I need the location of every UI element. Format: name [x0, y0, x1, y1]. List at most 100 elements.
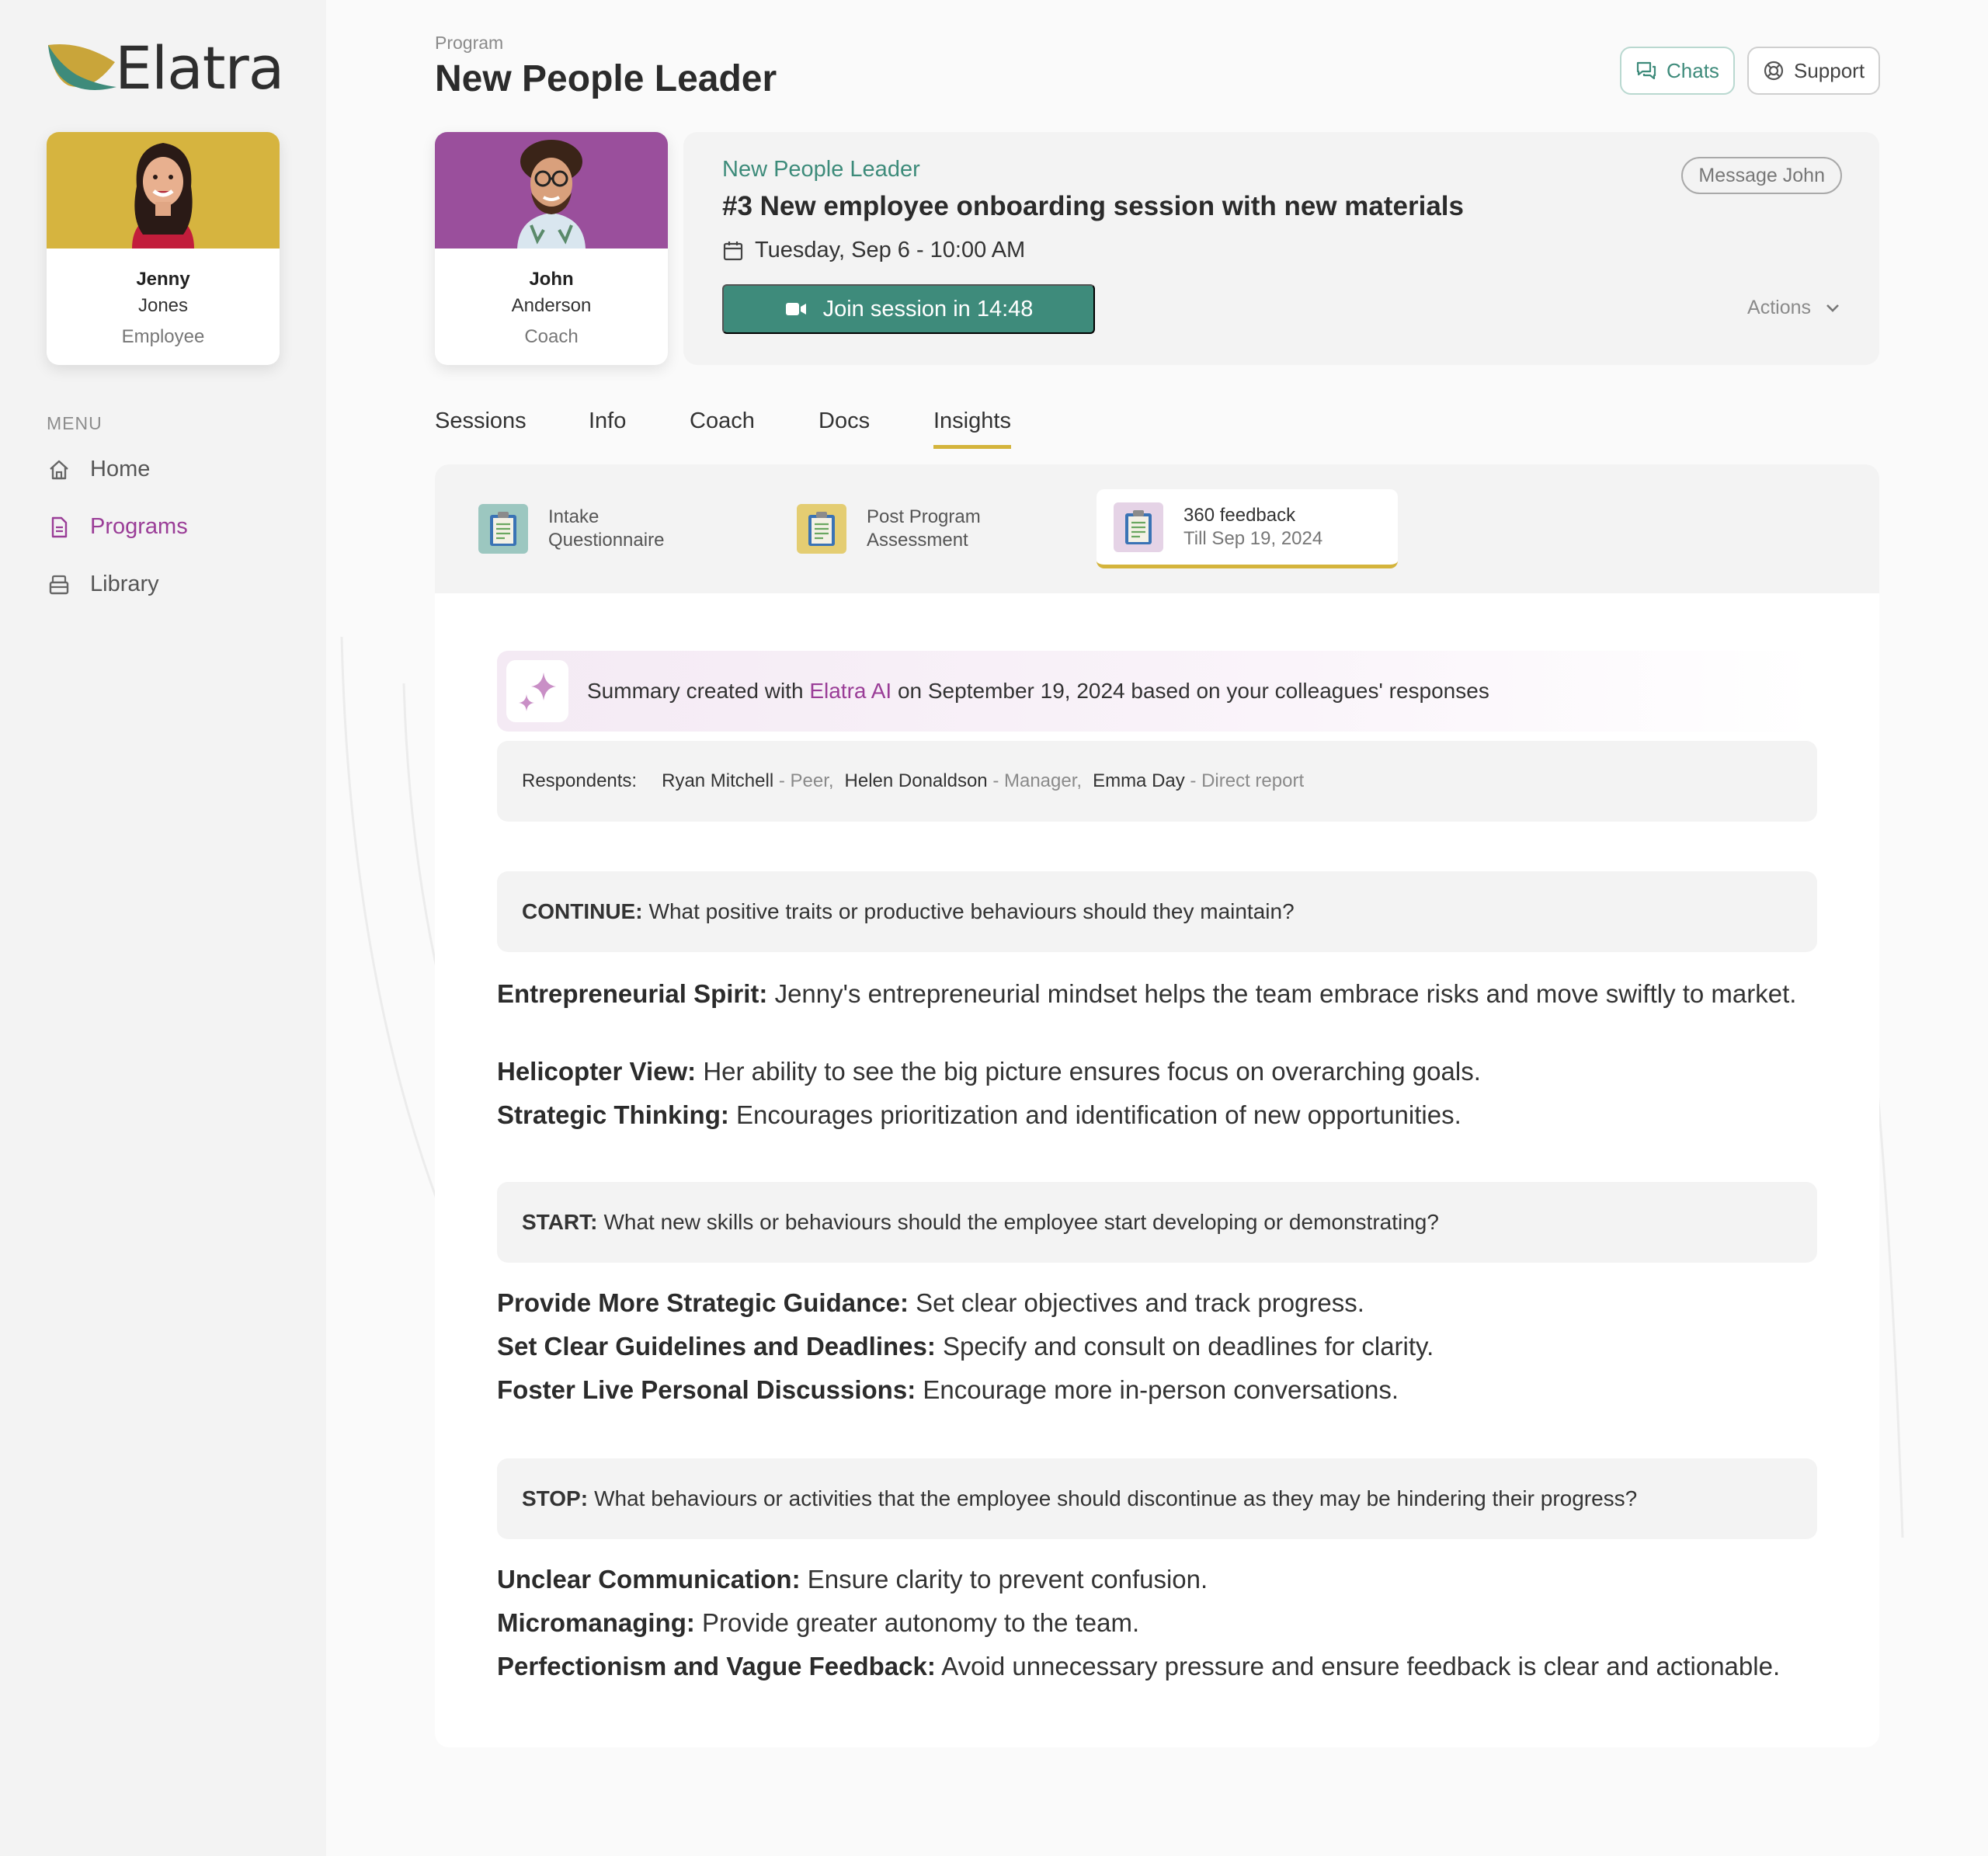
summary-after: on September 19, 2024 based on your coll… [897, 679, 1489, 703]
sparkle-icon [506, 660, 568, 722]
coach-card[interactable]: John Anderson Coach [435, 132, 668, 365]
menu-item-home[interactable]: Home [47, 457, 150, 482]
calendar-icon [723, 241, 743, 260]
answer-text: Encourages prioritization and identifica… [736, 1100, 1461, 1129]
menu-item-programs[interactable]: Programs [47, 514, 188, 540]
ai-summary-banner: Summary created with Elatra AI on Septem… [497, 651, 1817, 732]
home-icon [47, 457, 71, 482]
session-title: #3 New employee onboarding session with … [722, 191, 1464, 221]
menu-title: MENU [47, 413, 103, 433]
answer-title: Set Clear Guidelines and Deadlines: [497, 1332, 936, 1361]
coach-role: Coach [524, 326, 579, 347]
answer-item: Helicopter View: Her ability to see the … [497, 1055, 1802, 1089]
subtab-post-program-assessment[interactable]: Post Program Assessment [797, 489, 981, 568]
subtab-line2: Assessment [867, 530, 968, 551]
leaf-logo-icon [48, 43, 116, 90]
respondent-role: - Peer, [778, 770, 834, 791]
answer-item: Provide More Strategic Guidance: Set cle… [497, 1286, 1802, 1320]
question-key: STOP: [522, 1486, 589, 1510]
answer-title: Perfectionism and Vague Feedback: [497, 1652, 936, 1680]
respondents-label: Respondents: [522, 770, 638, 791]
question-start: START: What new skills or behaviours sho… [497, 1182, 1817, 1263]
respondent-role: - Manager, [992, 770, 1083, 791]
answer-item: Micromanaging: Provide greater autonomy … [497, 1606, 1802, 1640]
subtab-intake-questionnaire[interactable]: Intake Questionnaire [478, 489, 664, 568]
employee-last-name: Jones [137, 295, 189, 316]
chats-button[interactable]: Chats [1620, 47, 1735, 95]
answer-title: Foster Live Personal Discussions: [497, 1375, 916, 1404]
message-coach-button[interactable]: Message John [1681, 157, 1842, 194]
employee-role: Employee [121, 326, 205, 347]
tab-docs[interactable]: Docs [818, 408, 870, 445]
answer-text: Set clear objectives and track progress. [916, 1288, 1364, 1317]
respondents-bar: Respondents: Ryan Mitchell - Peer, Helen… [497, 741, 1817, 822]
subtab-360-feedback[interactable]: 360 feedback Till Sep 19, 2024 [1097, 489, 1398, 568]
respondent-name: Emma Day [1093, 770, 1185, 791]
tab-sessions[interactable]: Sessions [435, 408, 527, 445]
answer-item: Strategic Thinking: Encourages prioritiz… [497, 1098, 1802, 1132]
answer-item: Perfectionism and Vague Feedback: Avoid … [497, 1649, 1802, 1684]
answer-text: Avoid unnecessary pressure and ensure fe… [941, 1652, 1781, 1680]
question-text: What behaviours or activities that the e… [594, 1486, 1638, 1510]
document-icon [47, 515, 71, 540]
menu-item-label: Programs [90, 514, 188, 539]
coach-first-name: John [529, 269, 574, 290]
answer-item: Entrepreneurial Spirit: Jenny's entrepre… [497, 977, 1802, 1011]
menu-item-label: Library [90, 572, 159, 596]
answer-title: Micromanaging: [497, 1608, 695, 1637]
answer-item: Foster Live Personal Discussions: Encour… [497, 1373, 1802, 1407]
answer-title: Helicopter View: [497, 1057, 697, 1086]
answer-text: Ensure clarity to prevent confusion. [807, 1565, 1208, 1594]
coach-avatar [435, 132, 668, 249]
coach-last-name: Anderson [511, 295, 592, 316]
subtab-line2: Till Sep 19, 2024 [1183, 527, 1323, 549]
brand-logo[interactable]: Elatra [45, 39, 284, 98]
answer-title: Provide More Strategic Guidance: [497, 1288, 909, 1317]
answer-text: Her ability to see the big picture ensur… [703, 1057, 1481, 1086]
page-title: New People Leader [435, 58, 777, 99]
support-button[interactable]: Support [1747, 47, 1881, 95]
question-continue: CONTINUE: What positive traits or produc… [497, 871, 1817, 952]
support-label: Support [1794, 58, 1865, 82]
respondent-role: - Direct report [1190, 770, 1305, 791]
answer-item: Set Clear Guidelines and Deadlines: Spec… [497, 1329, 1802, 1364]
session-program[interactable]: New People Leader [722, 157, 920, 182]
question-key: START: [522, 1210, 598, 1234]
answer-text: Encourage more in-person conversations. [923, 1375, 1399, 1404]
join-session-button[interactable]: Join session in 14:48 [722, 284, 1095, 334]
answer-text: Provide greater autonomy to the team. [702, 1608, 1140, 1637]
tab-insights[interactable]: Insights [933, 408, 1011, 449]
answer-text: Jenny's entrepreneurial mindset helps th… [774, 979, 1797, 1008]
breadcrumb[interactable]: Program [435, 33, 503, 54]
survey-tabs-bar: Intake Questionnaire Post Program Assess… [435, 464, 1879, 593]
employee-card[interactable]: Jenny Jones Employee [47, 132, 280, 365]
respondent-name: Helen Donaldson [844, 770, 988, 791]
insights-panel: Intake Questionnaire Post Program Assess… [435, 464, 1879, 1747]
video-camera-icon [785, 303, 806, 315]
answer-text: Specify and consult on deadlines for cla… [943, 1332, 1434, 1361]
elatra-ai-link[interactable]: Elatra AI [809, 679, 891, 703]
clipboard-icon [1114, 502, 1163, 552]
menu-item-library[interactable]: Library [47, 572, 159, 597]
employee-first-name: Jenny [136, 269, 190, 290]
session-panel: New People Leader #3 New employee onboar… [683, 132, 1879, 365]
session-date-text: Tuesday, Sep 6 - 10:00 AM [755, 238, 1026, 262]
question-text: What positive traits or productive behav… [648, 899, 1295, 923]
subtab-line1: Post Program [867, 506, 981, 527]
subtab-line1: Intake [548, 506, 600, 527]
actions-dropdown[interactable]: Actions [1747, 297, 1840, 319]
answer-title: Strategic Thinking: [497, 1100, 729, 1129]
chats-label: Chats [1667, 58, 1719, 82]
answer-item: Unclear Communication: Ensure clarity to… [497, 1562, 1802, 1597]
subtab-line1: 360 feedback [1183, 504, 1296, 526]
summary-before: Summary created with [587, 679, 804, 703]
library-icon [47, 572, 71, 597]
sidebar: Elatra Jenny Jones Employee MENU Home Pr… [0, 0, 326, 1856]
employee-avatar [47, 132, 280, 249]
tab-info[interactable]: Info [589, 408, 626, 445]
join-session-label: Join session in 14:48 [822, 296, 1034, 321]
answer-title: Entrepreneurial Spirit: [497, 979, 768, 1008]
clipboard-icon [797, 504, 846, 554]
question-text: What new skills or behaviours should the… [603, 1210, 1439, 1234]
tab-coach[interactable]: Coach [690, 408, 755, 445]
